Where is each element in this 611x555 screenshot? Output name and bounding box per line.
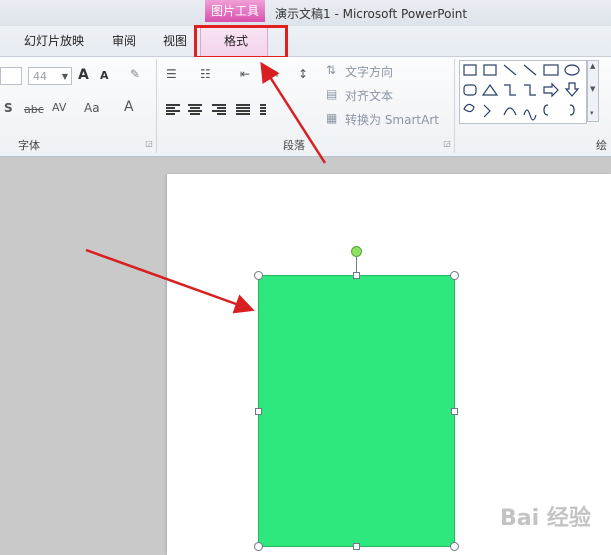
annotation-arrow-to-format-tab [260,61,327,164]
watermark: Bai 经验 [500,506,591,531]
annotation-arrows [85,61,327,314]
annotation-arrow-to-shape [85,248,255,314]
